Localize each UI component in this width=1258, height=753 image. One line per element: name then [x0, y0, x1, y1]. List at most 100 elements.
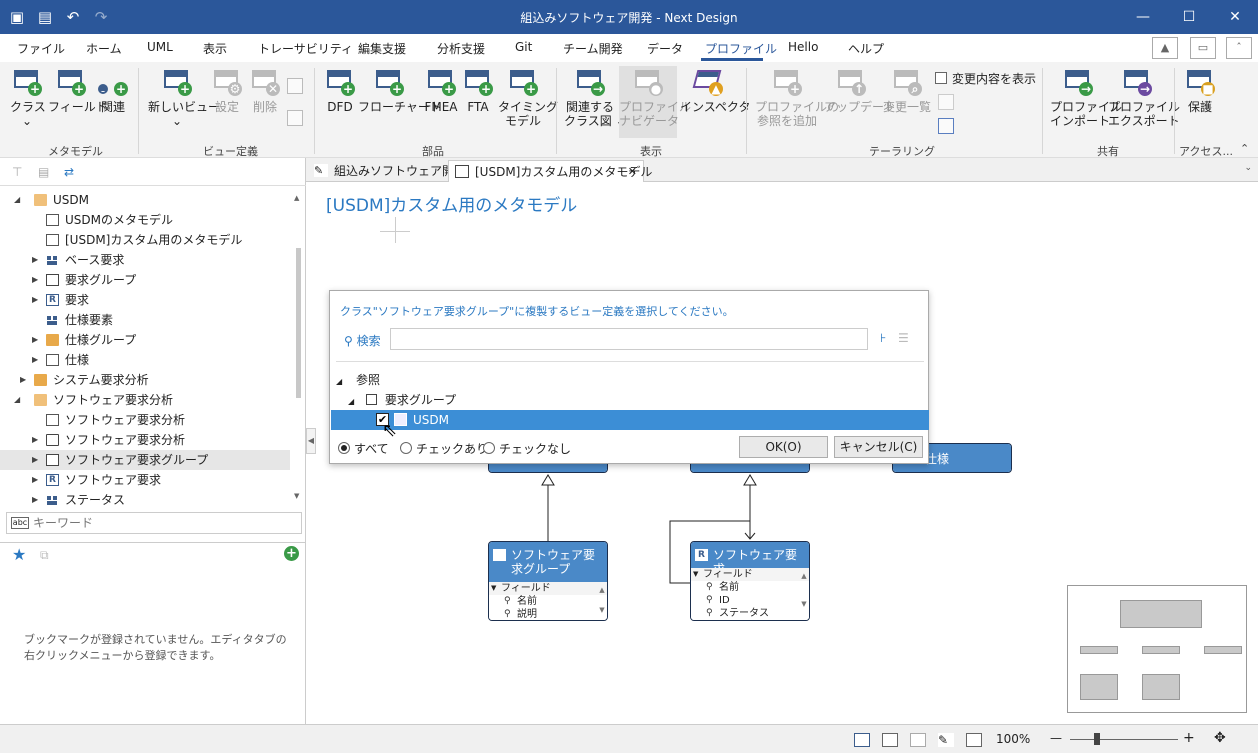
fta-button[interactable]: + FTA: [463, 68, 493, 114]
flowchart-button[interactable]: + フローチャート: [358, 68, 442, 114]
scroll-up-icon[interactable]: ▲: [599, 584, 605, 597]
minimap[interactable]: [1067, 585, 1247, 713]
expand-arrow-icon[interactable]: ▶: [32, 470, 42, 490]
scroll-down-icon[interactable]: ▼: [801, 598, 807, 611]
ok-button[interactable]: OK(O): [739, 436, 828, 458]
scroll-thumb[interactable]: [296, 248, 301, 398]
node-sw-req-group[interactable]: ソフトウェア要求グループ ▼ フィールド ⚲ 名前 ⚲ 説明 ▲ ▼: [488, 541, 608, 621]
filter-checked-radio[interactable]: チェックあり: [400, 440, 488, 457]
edit-mode-icon[interactable]: ✎: [938, 733, 954, 747]
collapse-arrow-icon[interactable]: ▼: [491, 582, 496, 595]
menu-uml[interactable]: UML: [147, 40, 173, 54]
profile-import-button[interactable]: → プロファイル インポート: [1050, 68, 1122, 128]
list-mode-icon[interactable]: ☰: [898, 331, 909, 345]
expand-arrow-icon[interactable]: ▶: [32, 250, 42, 270]
menu-hello[interactable]: Hello: [788, 40, 818, 54]
tree-item-sw-req-analysis-diagram[interactable]: ソフトウェア要求分析: [0, 410, 290, 430]
update-button[interactable]: ↑ アップデート: [824, 68, 896, 114]
fit-page-icon[interactable]: [966, 733, 982, 747]
star-icon[interactable]: ★: [12, 545, 26, 564]
link-view-icon[interactable]: ⇄: [64, 165, 80, 179]
ribbon-collapse-icon[interactable]: ˆ: [1226, 37, 1252, 59]
account-icon[interactable]: ▲: [1152, 37, 1178, 59]
tree-item-base-requirement[interactable]: ▶ ベース要求: [0, 250, 290, 270]
protect-button[interactable]: ■ 保護: [1182, 68, 1218, 114]
profile-export-button[interactable]: → プロファイル エクスポート: [1108, 68, 1180, 128]
tree-item-spec-element[interactable]: 仕様要素: [0, 310, 290, 330]
model-tree[interactable]: ◢ USDM USDMのメタモデル [USDM]カスタム用のメタモデル ▶ ベー…: [0, 188, 304, 508]
relation-button[interactable]: + 関連: [98, 68, 128, 114]
ribbon-collapse-chevron-icon[interactable]: ⌃: [1240, 142, 1249, 155]
tree-item-requirement-group[interactable]: ▶ 要求グループ: [0, 270, 290, 290]
menu-help[interactable]: ヘルプ: [848, 40, 884, 57]
minimize-button[interactable]: —: [1120, 0, 1166, 34]
dfd-button[interactable]: + DFD: [324, 68, 356, 114]
tree-scrollbar[interactable]: ▲ ▼: [294, 188, 304, 508]
layout-bottom-icon[interactable]: [882, 733, 898, 747]
menu-home[interactable]: ホーム: [86, 40, 122, 57]
timing-model-button[interactable]: + タイミング モデル: [498, 68, 558, 128]
node-sw-req[interactable]: R ソフトウェア要求 ▼ フィールド ⚲ 名前 ⚲ ID ⚲ ステータス ▲ ▼: [690, 541, 810, 621]
scroll-down-icon[interactable]: ▼: [294, 492, 299, 500]
collapse-arrow-icon[interactable]: ◢: [336, 377, 342, 386]
settings-button[interactable]: ⚙ 設定: [210, 68, 244, 114]
panel-collapse-handle[interactable]: ◀: [306, 428, 316, 454]
collapse-arrow-icon[interactable]: ▼: [693, 568, 698, 581]
field-row[interactable]: ⚲ 説明: [489, 608, 607, 620]
merge-icon[interactable]: [938, 118, 954, 134]
zoom-in-button[interactable]: +: [1183, 730, 1195, 746]
layout-sidebar-icon[interactable]: [854, 733, 870, 747]
expand-arrow-icon[interactable]: ▶: [20, 370, 30, 390]
layout-split-icon[interactable]: [910, 733, 926, 747]
copy-view-icon[interactable]: [287, 78, 303, 94]
tree-item-custom-metamodel[interactable]: [USDM]カスタム用のメタモデル: [0, 230, 290, 250]
field-row[interactable]: ⚲ 名前: [691, 581, 809, 594]
add-bookmark-icon[interactable]: +: [284, 546, 299, 561]
keyword-input[interactable]: [33, 515, 293, 531]
tab-list-chevron-icon[interactable]: ⌄: [1244, 163, 1252, 173]
change-list-button[interactable]: ⌕ 変更一覧: [882, 68, 932, 114]
related-class-diagram-button[interactable]: → 関連する クラス図 ⌄: [564, 68, 626, 128]
collapse-arrow-icon[interactable]: ◢: [14, 190, 24, 210]
bookmark-list-icon[interactable]: ⧉: [40, 548, 49, 563]
cancel-button[interactable]: キャンセル(C): [834, 436, 923, 458]
tree-item-system-req-analysis[interactable]: ▶ システム要求分析: [0, 370, 290, 390]
close-button[interactable]: ✕: [1212, 0, 1258, 34]
tree-item-sw-req[interactable]: ▶ R ソフトウェア要求: [0, 470, 290, 490]
tab-custom-metamodel[interactable]: [USDM]カスタム用のメタモデル ✕: [448, 160, 652, 183]
new-view-button[interactable]: + 新しいビュー ⌄: [148, 68, 220, 128]
expand-arrow-icon[interactable]: ▶: [32, 290, 42, 310]
keyword-filter[interactable]: abc: [6, 512, 302, 534]
paste-view-icon[interactable]: [287, 110, 303, 126]
menu-analysis-support[interactable]: 分析支援: [437, 40, 485, 57]
tree-item-sw-req-analysis-folder[interactable]: ▶ ソフトウェア要求分析: [0, 430, 290, 450]
collapse-arrow-icon[interactable]: ◢: [14, 390, 24, 410]
tree-item-sw-req-group[interactable]: ▶ ソフトウェア要求グループ: [0, 450, 290, 470]
add-profile-reference-button[interactable]: + プロファイルの 参照を追加: [755, 68, 839, 128]
comment-icon[interactable]: ▭: [1190, 37, 1216, 59]
scroll-up-icon[interactable]: ▲: [294, 194, 299, 202]
fit-to-window-icon[interactable]: ✥: [1214, 730, 1226, 746]
zoom-out-button[interactable]: —: [1050, 731, 1062, 745]
tree-item-status[interactable]: ▶ ステータス: [0, 490, 290, 508]
field-row[interactable]: ⚲ ステータス: [691, 607, 809, 620]
field-row[interactable]: ⚲ 名前: [489, 595, 607, 608]
scroll-up-icon[interactable]: ▲: [801, 570, 807, 583]
tree-item-spec-group[interactable]: ▶ 仕様グループ: [0, 330, 290, 350]
menu-traceability[interactable]: トレーサビリティ: [258, 40, 353, 57]
close-tab-icon[interactable]: ✕: [628, 161, 637, 183]
tree-item-usdm-metamodel[interactable]: USDMのメタモデル: [0, 210, 290, 230]
expand-arrow-icon[interactable]: ▶: [32, 270, 42, 290]
expand-arrow-icon[interactable]: ▶: [32, 450, 42, 470]
tree-view-icon[interactable]: ⊤: [12, 165, 28, 179]
menu-git[interactable]: Git: [515, 40, 532, 54]
filter-unchecked-radio[interactable]: チェックなし: [483, 440, 571, 457]
expand-arrow-icon[interactable]: ▶: [32, 490, 42, 508]
scroll-down-icon[interactable]: ▼: [599, 604, 605, 617]
dialog-tree-item-reference[interactable]: ◢ 参照: [336, 370, 380, 390]
tree-item-spec[interactable]: ▶ 仕様: [0, 350, 290, 370]
menu-team-dev[interactable]: チーム開発: [563, 40, 623, 57]
tree-item-requirement[interactable]: ▶ R 要求: [0, 290, 290, 310]
expand-arrow-icon[interactable]: ▶: [32, 430, 42, 450]
class-button[interactable]: + クラス ⌄: [10, 68, 46, 128]
